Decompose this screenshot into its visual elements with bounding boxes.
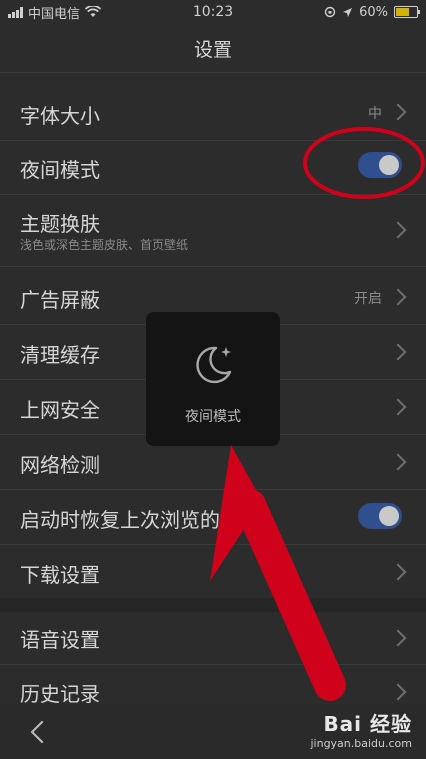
toggle-knob (379, 155, 399, 175)
setting-label: 广告屏蔽 (20, 288, 100, 312)
nav-header: 设置 (0, 24, 426, 73)
setting-theme[interactable]: 主题换肤 浅色或深色主题皮肤、首页壁纸 (0, 194, 426, 267)
setting-night-mode[interactable]: 夜间模式 (0, 140, 426, 195)
setting-label: 历史记录 (20, 682, 100, 706)
battery-icon (394, 6, 420, 18)
setting-subtitle: 浅色或深色主题皮肤、首页壁纸 (20, 238, 189, 252)
setting-label: 网络检测 (20, 453, 100, 477)
chevron-right-icon (389, 103, 407, 121)
status-time: 10:23 (192, 4, 234, 20)
chevron-right-icon (389, 629, 407, 647)
chevron-right-icon (389, 288, 407, 306)
chevron-right-icon (389, 221, 407, 239)
chevron-right-icon (389, 563, 407, 581)
chevron-left-icon[interactable] (30, 720, 54, 744)
setting-label: 语音设置 (20, 628, 100, 652)
watermark: Bai 经验 jingyan.baidu.com (310, 708, 412, 750)
setting-label: 夜间模式 (20, 158, 100, 182)
setting-label: 启动时恢复上次浏览的网 (20, 508, 240, 532)
setting-voice[interactable]: 语音设置 (0, 612, 426, 665)
setting-label: 清理缓存 (20, 343, 100, 367)
chevron-right-icon (389, 683, 407, 701)
status-bar: 中国电信 10:23 60% (0, 0, 426, 24)
setting-label: 主题换肤 (20, 212, 100, 236)
chevron-right-icon (389, 343, 407, 361)
setting-font-size[interactable]: 字体大小 中 (0, 84, 426, 141)
bottom-bar: Bai 经验 jingyan.baidu.com (0, 704, 426, 759)
setting-label: 下载设置 (20, 563, 100, 587)
setting-history[interactable]: 历史记录 (0, 664, 426, 706)
page-title: 设置 (193, 38, 232, 61)
section-divider (0, 598, 426, 612)
chevron-right-icon (389, 453, 407, 471)
watermark-text: Bai 经验 (323, 712, 412, 736)
setting-value: 中 (368, 106, 382, 122)
setting-label: 上网安全 (20, 398, 100, 422)
setting-label: 字体大小 (20, 104, 100, 128)
moon-icon (196, 346, 232, 384)
restore-tabs-toggle[interactable] (358, 503, 402, 529)
setting-download[interactable]: 下载设置 (0, 544, 426, 599)
night-mode-toggle[interactable] (358, 152, 402, 178)
setting-value: 开启 (354, 291, 382, 307)
watermark-url: jingyan.baidu.com (310, 737, 412, 750)
setting-restore-tabs[interactable]: 启动时恢复上次浏览的网 (0, 489, 426, 545)
toggle-knob (379, 506, 399, 526)
night-mode-toast: 夜间模式 (146, 312, 280, 446)
chevron-right-icon (389, 398, 407, 416)
toast-label: 夜间模式 (185, 409, 241, 425)
